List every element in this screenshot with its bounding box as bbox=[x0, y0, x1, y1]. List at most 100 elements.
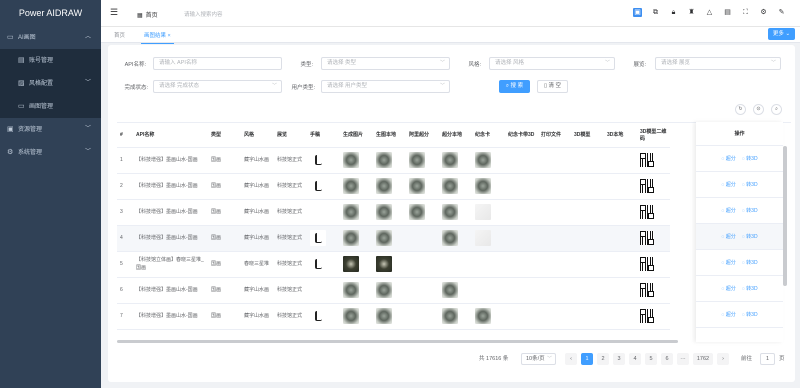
sidebar-item-draw-manage[interactable]: ▭ 画图管理 bbox=[0, 95, 101, 118]
upscale-local-image[interactable] bbox=[442, 230, 458, 246]
hamburger-icon[interactable]: ☰ bbox=[110, 8, 118, 17]
qr-code-image[interactable] bbox=[640, 231, 654, 245]
page-ellipsis[interactable]: ··· bbox=[677, 353, 689, 365]
more-button[interactable]: 更多 ⌄ bbox=[768, 28, 795, 40]
upscale-button[interactable]: ◌ 超分 bbox=[721, 208, 735, 214]
convert-3d-button[interactable]: ◌ 转3D bbox=[742, 208, 758, 214]
card-image[interactable] bbox=[475, 204, 491, 220]
page-2-button[interactable]: 2 bbox=[597, 353, 609, 365]
goto-page-input[interactable]: 1 bbox=[760, 353, 775, 365]
reset-button[interactable]: ▯ 清 空 bbox=[537, 80, 568, 93]
search-input[interactable]: 请输入搜索内容 bbox=[184, 10, 223, 18]
card-image[interactable] bbox=[475, 152, 491, 168]
generated-local-image[interactable] bbox=[376, 282, 392, 298]
convert-3d-button[interactable]: ◌ 转3D bbox=[742, 156, 758, 162]
convert-3d-button[interactable]: ◌ 转3D bbox=[742, 260, 758, 266]
generated-image[interactable] bbox=[343, 256, 359, 272]
generated-image[interactable] bbox=[343, 204, 359, 220]
card-image[interactable] bbox=[475, 230, 491, 246]
bell-icon[interactable]: △ bbox=[705, 8, 714, 17]
generated-image[interactable] bbox=[343, 282, 359, 298]
lock-icon[interactable]: 🔒︎ bbox=[669, 8, 678, 17]
generated-local-image[interactable] bbox=[376, 152, 392, 168]
status-select[interactable]: 请选择 完成状态 ﹀ bbox=[153, 80, 282, 93]
page-5-button[interactable]: 5 bbox=[645, 353, 657, 365]
columns-icon[interactable]: ⊙ bbox=[753, 104, 764, 115]
convert-3d-button[interactable]: ◌ 转3D bbox=[742, 234, 758, 240]
sketch-image[interactable] bbox=[310, 152, 326, 168]
close-icon[interactable]: × bbox=[168, 33, 171, 39]
screenshot-icon[interactable]: ⧉ bbox=[651, 8, 660, 17]
settings-icon[interactable]: ⚙ bbox=[759, 8, 768, 17]
upscale-button[interactable]: ◌ 超分 bbox=[721, 156, 735, 162]
ali-upscale-image[interactable] bbox=[409, 152, 425, 168]
search-button[interactable]: ⌕ 搜 索 bbox=[499, 80, 530, 93]
upscale-button[interactable]: ◌ 超分 bbox=[721, 182, 735, 188]
breadcrumb[interactable]: ▦ 首页 bbox=[137, 10, 158, 19]
sidebar-item-account[interactable]: ▤ 账号管理 bbox=[0, 49, 101, 72]
horizontal-scrollbar[interactable] bbox=[117, 340, 678, 343]
upscale-button[interactable]: ◌ 超分 bbox=[721, 286, 735, 292]
page-6-button[interactable]: 6 bbox=[661, 353, 673, 365]
sidebar-item-style-config[interactable]: ▨ 风格配置 ﹀ bbox=[0, 72, 101, 95]
upscale-local-image[interactable] bbox=[442, 204, 458, 220]
search-toggle-icon[interactable]: ⌕ bbox=[771, 104, 782, 115]
upscale-local-image[interactable] bbox=[442, 282, 458, 298]
qr-code-image[interactable] bbox=[640, 153, 654, 167]
page-3-button[interactable]: 3 bbox=[613, 353, 625, 365]
generated-image[interactable] bbox=[343, 152, 359, 168]
upscale-button[interactable]: ◌ 超分 bbox=[721, 260, 735, 266]
card-image[interactable] bbox=[475, 308, 491, 324]
brush-icon[interactable]: ✎ bbox=[777, 8, 786, 17]
qr-code-image[interactable] bbox=[640, 179, 654, 193]
sketch-image[interactable] bbox=[310, 178, 326, 194]
frame-select[interactable]: 请选择 展览 ﹀ bbox=[655, 57, 781, 70]
usertype-select[interactable]: 请选择 用户类型 ﹀ bbox=[321, 80, 450, 93]
page-size-select[interactable]: 10条/页 ﹀ bbox=[521, 353, 556, 365]
tab-draw-result[interactable]: 画图结果 × bbox=[141, 31, 174, 44]
generated-local-image[interactable] bbox=[376, 256, 392, 272]
next-page-button[interactable]: › bbox=[717, 353, 729, 365]
generated-image[interactable] bbox=[343, 308, 359, 324]
last-page-button[interactable]: 1762 bbox=[693, 353, 713, 365]
sketch-image[interactable] bbox=[310, 230, 326, 246]
ali-upscale-image[interactable] bbox=[409, 178, 425, 194]
convert-3d-button[interactable]: ◌ 转3D bbox=[742, 312, 758, 318]
qr-code-image[interactable] bbox=[640, 309, 654, 323]
style-select[interactable]: 请选择 风格 ﹀ bbox=[489, 57, 615, 70]
upscale-button[interactable]: ◌ 超分 bbox=[721, 234, 735, 240]
page-1-button[interactable]: 1 bbox=[581, 353, 593, 365]
prev-page-button[interactable]: ‹ bbox=[565, 353, 577, 365]
document-icon[interactable]: ▤ bbox=[723, 8, 732, 17]
api-name-input[interactable]: 请输入 API名称 bbox=[153, 57, 282, 70]
fullscreen-icon[interactable]: ⛶ bbox=[741, 8, 750, 17]
shirt-icon[interactable]: ♜ bbox=[687, 8, 696, 17]
upscale-local-image[interactable] bbox=[442, 178, 458, 194]
upscale-local-image[interactable] bbox=[442, 308, 458, 324]
generated-local-image[interactable] bbox=[376, 308, 392, 324]
qr-code-image[interactable] bbox=[640, 205, 654, 219]
generated-local-image[interactable] bbox=[376, 230, 392, 246]
generated-local-image[interactable] bbox=[376, 204, 392, 220]
qr-code-image[interactable] bbox=[640, 283, 654, 297]
convert-3d-button[interactable]: ◌ 转3D bbox=[742, 286, 758, 292]
sidebar-item-ai-draw[interactable]: ▭ AI画图 ︿ bbox=[0, 26, 101, 49]
sidebar-item-resource[interactable]: ▣ 资源管理 ﹀ bbox=[0, 118, 101, 141]
generated-local-image[interactable] bbox=[376, 178, 392, 194]
sidebar-item-system[interactable]: ⚙ 系统管理 ﹀ bbox=[0, 141, 101, 164]
convert-3d-button[interactable]: ◌ 转3D bbox=[742, 182, 758, 188]
generated-image[interactable] bbox=[343, 230, 359, 246]
qr-code-image[interactable] bbox=[640, 257, 654, 271]
card-image[interactable] bbox=[475, 178, 491, 194]
upscale-local-image[interactable] bbox=[442, 152, 458, 168]
page-4-button[interactable]: 4 bbox=[629, 353, 641, 365]
type-select[interactable]: 请选择 类型 ﹀ bbox=[321, 57, 450, 70]
refresh-icon[interactable]: ↻ bbox=[735, 104, 746, 115]
tab-home[interactable]: 首页 bbox=[114, 31, 125, 39]
generated-image[interactable] bbox=[343, 178, 359, 194]
ali-upscale-image[interactable] bbox=[409, 204, 425, 220]
window-icon[interactable]: ▣ bbox=[633, 8, 642, 17]
sketch-image[interactable] bbox=[310, 256, 326, 272]
vertical-scrollbar[interactable] bbox=[783, 146, 787, 286]
sketch-image[interactable] bbox=[310, 308, 326, 324]
